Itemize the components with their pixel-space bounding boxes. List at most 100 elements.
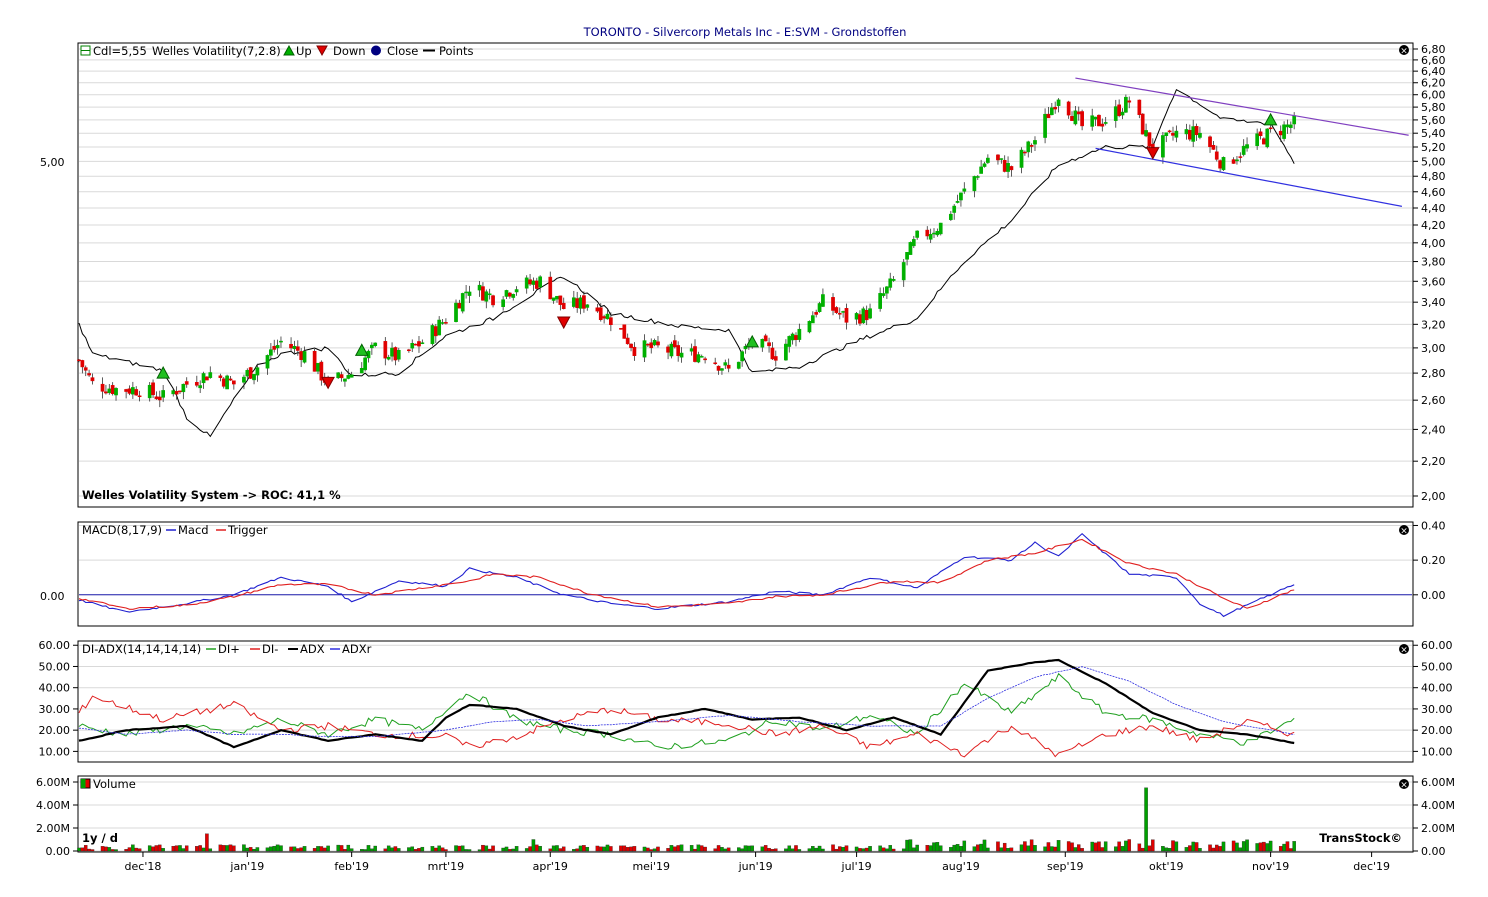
candle-body xyxy=(1127,100,1132,103)
legend-cdl: Cdl=5,55 xyxy=(93,44,147,58)
volume-bar xyxy=(605,844,610,852)
volume-bar xyxy=(689,845,694,852)
volume-bar xyxy=(437,845,441,852)
volume-bar xyxy=(972,846,977,852)
volume-bar xyxy=(1245,839,1249,852)
candle-body xyxy=(1241,145,1246,155)
candle-body xyxy=(413,343,418,346)
volume-bar xyxy=(292,846,297,852)
volume-bar xyxy=(632,846,637,852)
candle-body xyxy=(154,396,159,400)
candle-body xyxy=(807,321,812,333)
volume-bar xyxy=(1215,844,1219,852)
volume-bar xyxy=(269,846,273,852)
volume-bar xyxy=(572,849,576,852)
volume-bar xyxy=(137,848,142,852)
candle-body xyxy=(854,313,859,320)
volume-bar xyxy=(205,833,209,852)
price-legend: Cdl=5,55 Welles Volatility(7,2.8) Up Dow… xyxy=(80,44,474,58)
volume-bar xyxy=(420,846,425,852)
x-tick-label: okt'19 xyxy=(1149,860,1183,873)
volume-bar xyxy=(1289,848,1293,852)
candle-body xyxy=(265,355,270,369)
candle-body xyxy=(131,387,135,395)
candle-body xyxy=(716,365,721,371)
volume-close-button[interactable]: × xyxy=(1399,779,1409,791)
candle-body xyxy=(1100,123,1105,127)
volume-bar xyxy=(1164,847,1169,852)
volume-bar xyxy=(83,845,88,852)
candle-body xyxy=(551,297,556,301)
brand-label: TransStock© xyxy=(1319,831,1402,845)
macd-legend-trigger: Trigger xyxy=(227,523,268,537)
adx-tick-label-right: 50.00 xyxy=(1421,660,1453,673)
volume-bar xyxy=(87,848,91,852)
macd-panel: 0.40 0.20 0.00 0.00 MACD(8,17,9) Macd Trig… xyxy=(40,519,1446,627)
volume-bar xyxy=(413,849,418,852)
volume-bar xyxy=(551,845,556,852)
volume-bar xyxy=(878,845,882,852)
volume-bar xyxy=(858,848,862,852)
macd-tick-label: 0.40 xyxy=(1421,519,1446,532)
volume-bar xyxy=(1009,847,1014,852)
volume-bar xyxy=(319,846,324,852)
close-icon: × xyxy=(1400,781,1408,791)
volume-bar xyxy=(794,845,798,852)
candle-body xyxy=(248,367,253,379)
volume-bar xyxy=(114,849,118,852)
candle-body xyxy=(252,373,256,381)
volume-bar xyxy=(1077,844,1081,852)
candle-body xyxy=(1103,122,1108,124)
candle-body xyxy=(609,317,613,325)
candle-body xyxy=(693,346,697,362)
candle-body xyxy=(911,239,916,247)
price-tick-label: 3,20 xyxy=(1421,318,1446,331)
volume-bar xyxy=(336,844,340,852)
candle-body xyxy=(790,333,795,341)
volume-tick-label-right: 2.00M xyxy=(1421,822,1455,835)
candle-body xyxy=(1194,126,1199,136)
candle-body xyxy=(986,157,990,163)
macd-close-button[interactable]: × xyxy=(1399,525,1409,537)
candle-body xyxy=(901,262,906,281)
volume-bar xyxy=(1120,846,1125,852)
candle-body xyxy=(669,343,674,357)
candle-body xyxy=(948,213,953,220)
adx-tick-label-right: 20.00 xyxy=(1421,724,1453,737)
price-tick-label: 3,80 xyxy=(1421,256,1446,269)
candle-body xyxy=(932,232,936,235)
candle-body xyxy=(343,378,347,382)
volume-bar xyxy=(1198,848,1202,852)
volume-bar xyxy=(535,844,539,852)
candle-body xyxy=(561,302,566,310)
adx-close-button[interactable]: × xyxy=(1399,644,1409,656)
candle-body xyxy=(1278,130,1283,136)
candle-body xyxy=(255,367,260,376)
price-footer-text: Welles Volatility System -> ROC: 41,1 % xyxy=(82,488,341,502)
volume-bar xyxy=(790,848,795,852)
candle-body xyxy=(1285,124,1290,128)
candle-body xyxy=(77,359,81,362)
candle-body xyxy=(339,374,344,379)
volume-bar xyxy=(417,848,421,852)
volume-bar xyxy=(1235,842,1239,852)
x-tick-label: mei'19 xyxy=(632,860,670,873)
candle-body xyxy=(972,176,977,192)
price-close-button[interactable]: × xyxy=(1399,45,1409,57)
volume-bar xyxy=(90,849,95,852)
volume-bar xyxy=(184,845,189,852)
candle-body xyxy=(346,375,351,379)
price-tick-label: 3,40 xyxy=(1421,296,1446,309)
volume-bar xyxy=(221,845,226,852)
volume-tick-label-left: 6.00M xyxy=(36,776,70,789)
candle-body xyxy=(137,395,142,398)
candle-body xyxy=(457,302,462,309)
candle-body xyxy=(1187,130,1192,140)
volume-tick-label-left: 2.00M xyxy=(36,822,70,835)
volume-bar xyxy=(1194,842,1199,852)
volume-bar xyxy=(986,847,990,852)
volume-bar xyxy=(1174,841,1179,852)
candle-body xyxy=(228,378,233,381)
volume-bar xyxy=(861,848,866,852)
volume-bar xyxy=(1140,847,1145,852)
